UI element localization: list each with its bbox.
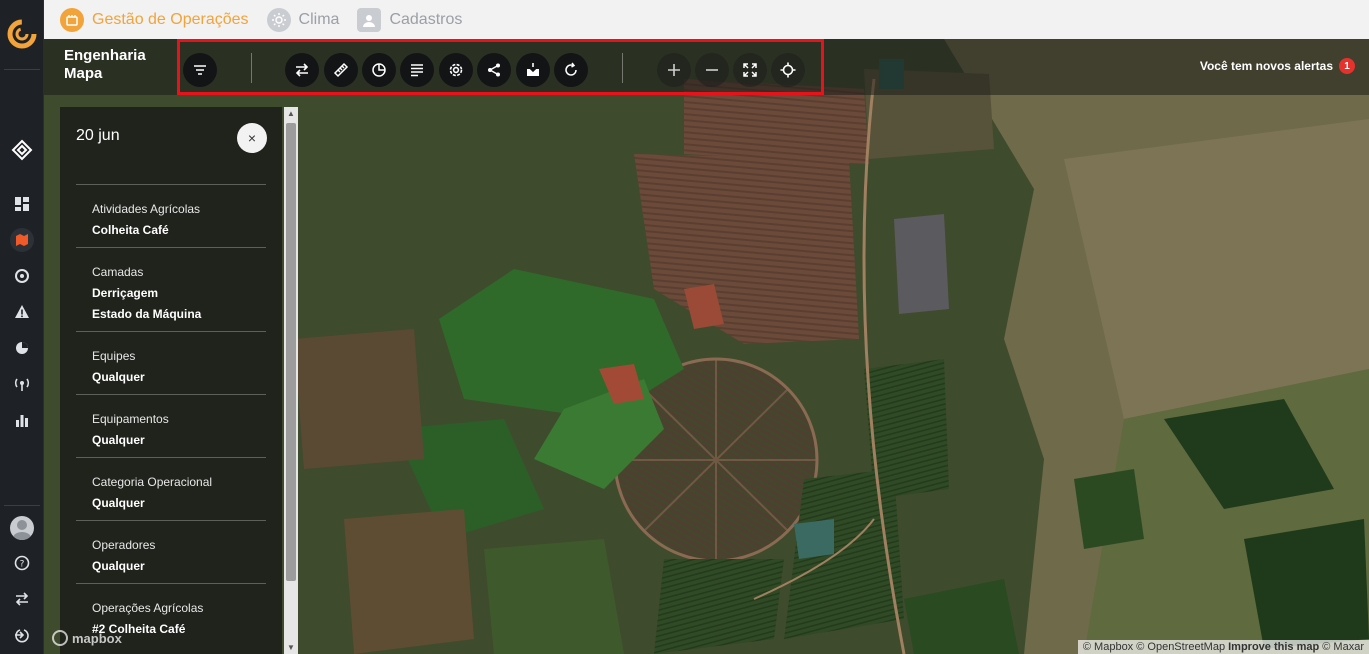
scroll-down-icon[interactable]: ▼ xyxy=(287,643,295,652)
filter-section-equipamentos[interactable]: Equipamentos Qualquer xyxy=(76,394,266,451)
swap-button[interactable] xyxy=(285,53,319,87)
radar-icon[interactable] xyxy=(10,264,34,288)
filter-value: Derriçagem xyxy=(92,286,159,300)
filter-icon xyxy=(194,65,206,75)
close-button[interactable]: × xyxy=(237,123,267,153)
tab-cadastros[interactable]: Cadastros xyxy=(357,7,463,32)
zoom-out-icon xyxy=(706,69,718,71)
app-logo[interactable] xyxy=(6,18,38,50)
panel-scrollbar[interactable]: ▲ ▼ xyxy=(284,107,298,654)
tab-label: Clima xyxy=(298,10,340,28)
tab-clima[interactable]: Clima xyxy=(266,7,340,32)
panel-date: 20 jun xyxy=(76,127,120,144)
fullscreen-button[interactable] xyxy=(733,53,767,87)
user-icon xyxy=(357,7,382,32)
settings-button[interactable] xyxy=(439,53,473,87)
filter-panel: 20 jun × Atividades Agrícolas Colheita C… xyxy=(60,107,282,654)
tab-label: Gestão de Operações xyxy=(92,10,249,28)
brand-diamond-icon[interactable] xyxy=(10,138,34,162)
list-button[interactable] xyxy=(400,53,434,87)
zoom-in-button[interactable] xyxy=(657,53,691,87)
attribution-maxar[interactable]: © Maxar xyxy=(1322,641,1364,653)
toolbar-divider xyxy=(251,53,252,83)
operations-icon xyxy=(60,7,84,32)
locate-button[interactable] xyxy=(771,53,805,87)
map-header: Engenharia Mapa Você tem novos alertas 1 xyxy=(44,39,1369,95)
filter-value: Estado da Máquina xyxy=(92,307,202,321)
help-icon[interactable]: ? xyxy=(10,551,34,575)
antenna-icon[interactable] xyxy=(10,372,34,396)
svg-text:?: ? xyxy=(20,560,25,570)
filter-value: Qualquer xyxy=(92,559,145,573)
alerts-notice[interactable]: Você tem novos alertas 1 xyxy=(1200,58,1355,74)
filter-section-atividades[interactable]: Atividades Agrícolas Colheita Café xyxy=(76,184,266,241)
satellite-map[interactable]: Engenharia Mapa Você tem novos alertas 1… xyxy=(44,39,1369,654)
alert-triangle-icon[interactable] xyxy=(10,300,34,324)
attribution-credits[interactable]: © Mapbox © OpenStreetMap xyxy=(1083,641,1225,653)
scroll-up-icon[interactable]: ▲ xyxy=(287,109,295,118)
share-button[interactable] xyxy=(477,53,511,87)
filter-section-camadas[interactable]: Camadas Derriçagem Estado da Máquina xyxy=(76,247,266,325)
ruler-icon xyxy=(333,62,349,78)
swap-icon[interactable] xyxy=(10,587,34,611)
pie-chart-icon[interactable] xyxy=(10,336,34,360)
mapbox-wordmark: mapbox xyxy=(72,630,122,646)
filter-label: Camadas xyxy=(92,265,144,279)
rail-divider xyxy=(4,69,40,70)
title-line-2: Mapa xyxy=(64,65,103,82)
logout-icon[interactable] xyxy=(10,623,34,647)
refresh-button[interactable] xyxy=(554,53,588,87)
zoom-out-button[interactable] xyxy=(695,53,729,87)
filter-label: Operadores xyxy=(92,538,156,552)
filter-value: Colheita Café xyxy=(92,223,169,237)
filter-value: Qualquer xyxy=(92,496,145,510)
download-icon xyxy=(527,63,539,76)
bar-chart-icon[interactable] xyxy=(10,408,34,432)
zoom-in-icon xyxy=(668,64,680,76)
filter-section-categoria[interactable]: Categoria Operacional Qualquer xyxy=(76,457,266,514)
filter-value: Qualquer xyxy=(92,370,145,384)
filter-value: Qualquer xyxy=(92,433,145,447)
filter-label: Atividades Agrícolas xyxy=(92,202,201,216)
filter-section-equipes[interactable]: Equipes Qualquer xyxy=(76,331,266,388)
tab-label: Cadastros xyxy=(389,10,463,28)
user-avatar[interactable] xyxy=(10,516,34,540)
filter-label: Equipamentos xyxy=(92,412,169,426)
mapbox-logo[interactable]: mapbox xyxy=(52,630,122,646)
tab-gestao-de-operacoes[interactable]: Gestão de Operações xyxy=(60,7,249,32)
swap-icon xyxy=(295,63,309,77)
mapbox-icon xyxy=(52,630,68,646)
map-attribution: © Mapbox © OpenStreetMap Improve this ma… xyxy=(1077,640,1369,654)
share-icon xyxy=(488,63,500,77)
scrollbar-thumb[interactable] xyxy=(286,123,296,581)
settings-icon xyxy=(449,63,463,77)
filter-label: Operações Agrícolas xyxy=(92,601,204,615)
filter-label: Equipes xyxy=(92,349,136,363)
side-rail: ? xyxy=(0,0,44,654)
alerts-count-badge: 1 xyxy=(1339,58,1355,74)
improve-map-link[interactable]: Improve this map xyxy=(1228,641,1319,653)
filter-section-operadores[interactable]: Operadores Qualquer xyxy=(76,520,266,577)
dashboard-icon[interactable] xyxy=(10,192,34,216)
alerts-text: Você tem novos alertas xyxy=(1199,59,1333,73)
locate-icon xyxy=(780,62,796,78)
page-title: Engenharia Mapa xyxy=(64,47,146,83)
download-button[interactable] xyxy=(516,53,550,87)
chart-button[interactable] xyxy=(362,53,396,87)
rail-divider xyxy=(4,505,40,506)
filter-button[interactable] xyxy=(183,53,217,87)
list-icon xyxy=(411,64,423,77)
title-line-1: Engenharia xyxy=(64,47,146,64)
filter-label: Categoria Operacional xyxy=(92,475,213,489)
refresh-icon xyxy=(565,62,577,76)
top-nav-bar: Gestão de Operações Clima Cadastros xyxy=(44,0,1369,39)
fullscreen-icon xyxy=(743,63,757,77)
measure-button[interactable] xyxy=(324,53,358,87)
sun-icon xyxy=(266,7,291,32)
toolbar-divider xyxy=(622,53,623,83)
map-layers-icon[interactable] xyxy=(10,228,34,252)
pie-chart-icon xyxy=(372,63,386,77)
